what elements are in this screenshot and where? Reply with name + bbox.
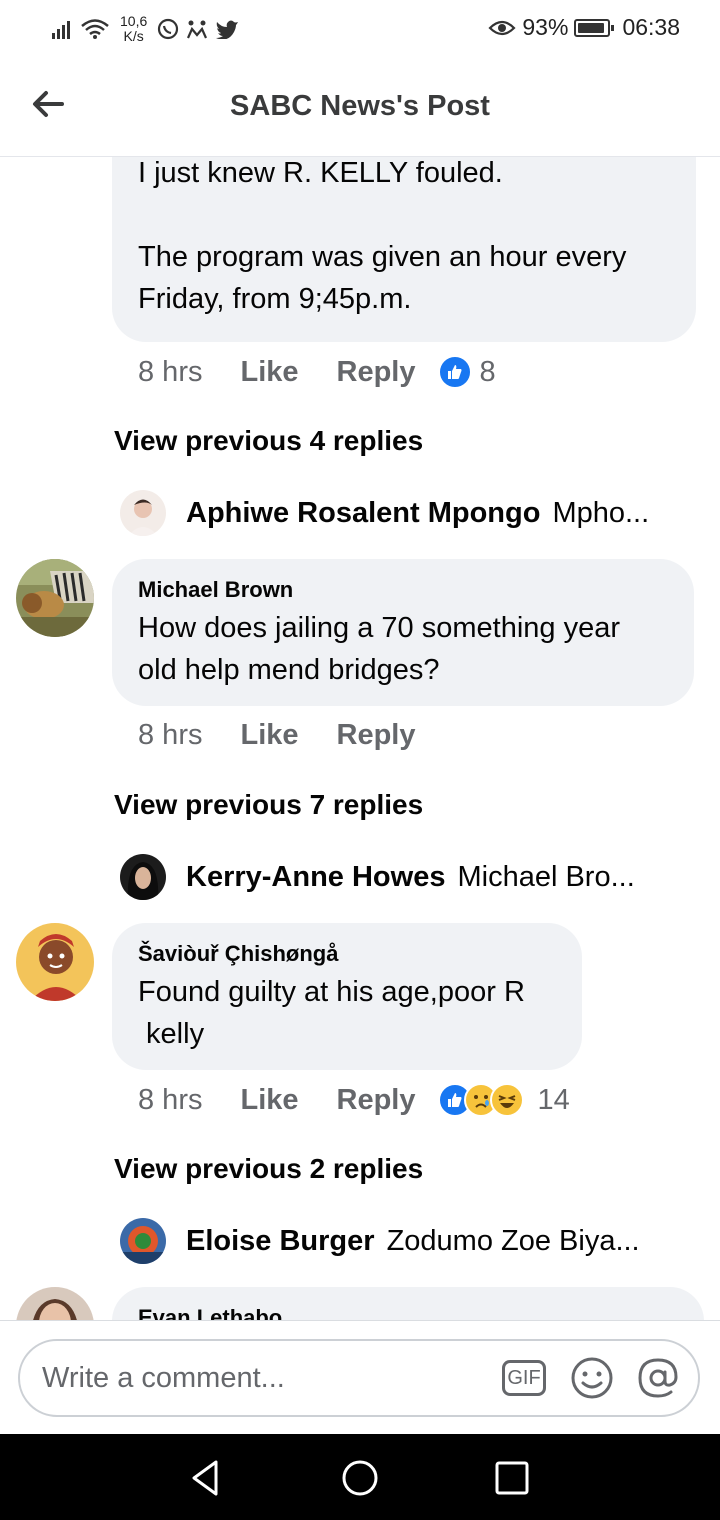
reply-button[interactable]: Reply	[337, 356, 416, 389]
signal-icon	[52, 21, 70, 39]
comment-bubble[interactable]: Evan Lethabo	[112, 1287, 704, 1320]
avatar[interactable]	[120, 490, 166, 536]
status-bar: 10,6 K/s 93% 06:38	[0, 0, 720, 62]
comment-bubble[interactable]: Michael Brown How does jailing a 70 some…	[112, 559, 694, 706]
view-previous-replies[interactable]: View previous 7 replies	[114, 789, 423, 821]
avatar[interactable]	[120, 1218, 166, 1264]
whatsapp-icon	[158, 18, 179, 40]
reply-button[interactable]: Reply	[337, 1084, 416, 1117]
network-speed: 10,6 K/s	[120, 14, 147, 44]
like-button[interactable]: Like	[240, 719, 298, 752]
reply-snippet: Mpho...	[552, 496, 650, 529]
twitter-icon	[216, 20, 239, 39]
comment-composer-area: Write a comment... GIF	[0, 1320, 720, 1435]
like-button[interactable]: Like	[240, 1084, 298, 1117]
comment-bubble[interactable]: I just knew R. KELLY fouled. The program…	[112, 157, 696, 342]
latest-reply[interactable]: Eloise Burger Zodumo Zoe Biya...	[120, 1218, 680, 1264]
comment-bubble[interactable]: Šaviòuř Çhishøngå Found guilty at his ag…	[112, 923, 582, 1070]
view-previous-replies[interactable]: View previous 4 replies	[114, 425, 423, 457]
reactions-summary[interactable]: 8	[437, 355, 496, 389]
battery-percent: 93%	[522, 14, 569, 40]
comment-author[interactable]: Evan Lethabo	[138, 1305, 704, 1320]
eye-comfort-icon	[488, 20, 516, 35]
mention-icon[interactable]	[636, 1356, 680, 1400]
comment-text: Found guilty at his age,poor R	[138, 976, 525, 1008]
latest-reply[interactable]: Aphiwe Rosalent Mpongo Mpho...	[120, 490, 680, 536]
reply-author[interactable]: Eloise Burger	[186, 1225, 375, 1258]
avatar[interactable]	[16, 559, 94, 637]
nav-back-icon[interactable]	[186, 1458, 226, 1498]
comment-time[interactable]: 8 hrs	[138, 719, 202, 752]
haha-reaction-icon	[489, 1083, 524, 1117]
speed-unit: K/s	[123, 28, 144, 44]
comment-actions: 8 hrs Like Reply	[138, 719, 454, 752]
like-reaction-icon	[437, 355, 472, 389]
comment-author[interactable]: Michael Brown	[138, 577, 694, 603]
comment-text: old help mend bridges?	[138, 654, 440, 686]
comment-input[interactable]: Write a comment... GIF	[18, 1339, 700, 1417]
reaction-count: 8	[479, 355, 496, 388]
like-button[interactable]: Like	[240, 356, 298, 389]
system-navigation-bar	[0, 1434, 720, 1520]
view-previous-replies[interactable]: View previous 2 replies	[114, 1153, 423, 1185]
comment-time[interactable]: 8 hrs	[138, 1084, 202, 1117]
gif-button[interactable]: GIF	[502, 1360, 546, 1396]
wifi-icon	[81, 19, 109, 39]
page-title: SABC News's Post	[230, 90, 490, 122]
reactions-summary[interactable]: 14	[437, 1083, 570, 1117]
comment-actions: 8 hrs Like Reply 14	[138, 1083, 570, 1117]
comment-author[interactable]: Šaviòuř Çhishøngå	[138, 941, 582, 967]
comment-actions: 8 hrs Like Reply 8	[138, 355, 496, 389]
latest-reply[interactable]: Kerry-Anne Howes Michael Bro...	[120, 854, 680, 900]
battery-icon	[574, 18, 615, 37]
avatar[interactable]	[16, 923, 94, 1001]
nav-recents-icon[interactable]	[492, 1458, 532, 1498]
reply-author[interactable]: Kerry-Anne Howes	[186, 861, 445, 894]
comment-text: I just knew R. KELLY fouled.	[138, 157, 503, 189]
reaction-count: 14	[537, 1083, 570, 1116]
comment-text: Friday, from 9;45p.m.	[138, 283, 412, 315]
clock: 06:38	[622, 14, 680, 40]
nav-home-icon[interactable]	[340, 1458, 380, 1498]
reply-snippet: Michael Bro...	[457, 860, 635, 893]
comment-input-placeholder[interactable]: Write a comment...	[42, 1362, 502, 1395]
comment-time[interactable]: 8 hrs	[138, 356, 202, 389]
avatar[interactable]	[120, 854, 166, 900]
post-header: SABC News's Post	[0, 62, 720, 157]
comment-text: How does jailing a 70 something year	[138, 612, 620, 644]
reply-button[interactable]: Reply	[337, 719, 416, 752]
emoji-icon[interactable]	[570, 1356, 614, 1400]
comment-text: kelly	[138, 1018, 205, 1050]
battery-level	[578, 22, 605, 33]
speed-value: 10,6	[120, 13, 148, 29]
reply-author[interactable]: Aphiwe Rosalent Mpongo	[186, 497, 540, 530]
comment-text: The program was given an hour every	[138, 241, 627, 273]
reply-snippet: Zodumo Zoe Biya...	[386, 1224, 640, 1257]
comments-feed[interactable]: I just knew R. KELLY fouled. The program…	[0, 157, 720, 1320]
avatar[interactable]	[16, 1287, 94, 1320]
app-notification-icon	[187, 20, 208, 39]
